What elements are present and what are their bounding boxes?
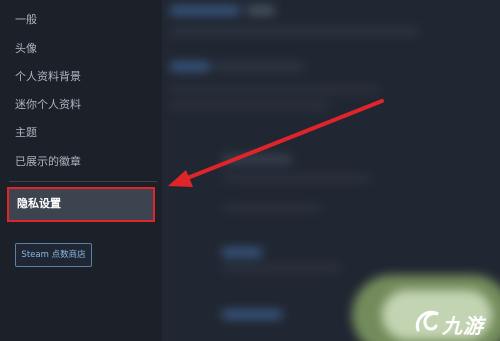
watermark-text: 九游: [442, 314, 484, 338]
sidebar-item-theme[interactable]: 主题: [15, 126, 37, 140]
settings-sidebar: 一般 头像 个人资料背景 迷你个人资料 主题 已展示的徽章 隐私设置 Steam…: [0, 0, 162, 341]
sidebar-item-profile-background[interactable]: 个人资料背景: [15, 70, 81, 84]
sidebar-item-avatar[interactable]: 头像: [15, 42, 37, 56]
sidebar-divider: [9, 181, 157, 182]
sidebar-item-featured-badge[interactable]: 已展示的徽章: [15, 155, 81, 169]
points-shop-button[interactable]: Steam 点数商店: [15, 243, 92, 267]
sidebar-item-mini-profile[interactable]: 迷你个人资料: [15, 98, 81, 112]
watermark-swirl-icon: [415, 310, 439, 332]
blurred-content-layer: [162, 0, 500, 341]
watermark-logo: 九游: [412, 305, 496, 338]
sidebar-item-privacy-label: 隐私设置: [17, 197, 61, 210]
steam-settings-page: 一般 头像 个人资料背景 迷你个人资料 主题 已展示的徽章 隐私设置 Steam…: [0, 0, 500, 341]
sidebar-item-general[interactable]: 一般: [15, 13, 37, 27]
blurred-main-content: [162, 0, 500, 341]
sidebar-item-privacy-settings[interactable]: 隐私设置: [7, 187, 155, 222]
